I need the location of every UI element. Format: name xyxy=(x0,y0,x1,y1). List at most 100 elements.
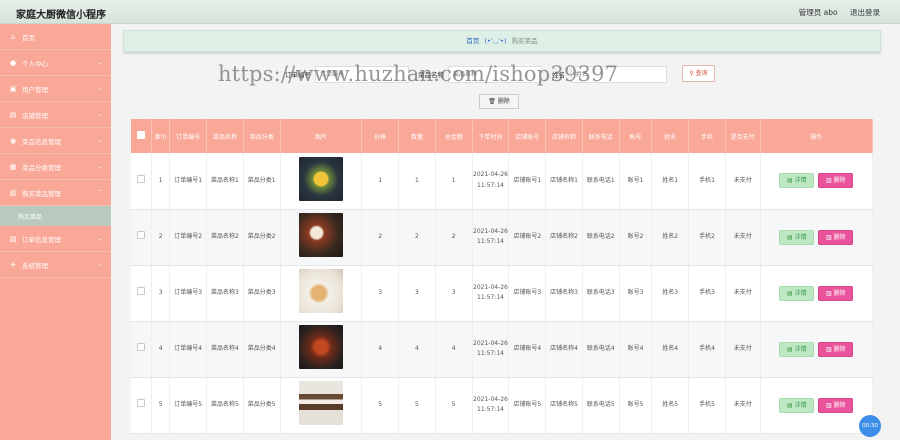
table-cell: 店铺账号5 xyxy=(508,377,547,434)
detail-button[interactable]: ▤ 详情 xyxy=(779,173,815,189)
chevron-down-icon: ⌄ xyxy=(96,235,102,242)
select-all-checkbox[interactable] xyxy=(136,131,145,139)
dish-image xyxy=(298,324,343,369)
table-cell: 4 xyxy=(361,321,400,378)
sidebar-item-users[interactable]: ▣ 用户管理 ⌄ xyxy=(0,76,111,102)
column-header: 账号 xyxy=(619,119,653,153)
table-cell: 订单编号3 xyxy=(169,265,208,322)
sidebar-item-dish-info[interactable]: ◉ 菜品信息管理 ⌄ xyxy=(0,128,111,154)
image-cell xyxy=(280,321,363,378)
sidebar-item-orders[interactable]: ▧ 订单信息管理 ⌄ xyxy=(0,226,111,252)
actions-cell: ▤ 详情 ▥ 删除 xyxy=(760,265,873,322)
table-cell: 联系电话2 xyxy=(582,209,620,266)
chevron-down-icon: ⌄ xyxy=(96,261,102,268)
delete-button[interactable]: ▥ 删除 xyxy=(818,173,854,189)
batch-delete-button[interactable]: 🗑 删除 xyxy=(479,94,519,109)
table-cell: 2021-04-26 11:57:14 xyxy=(472,153,510,210)
dish-name-label: 菜品名称 xyxy=(418,71,444,79)
breadcrumb-home[interactable]: 首页 xyxy=(466,37,479,45)
dish-image xyxy=(298,212,343,257)
app-title: 家庭大厨微信小程序 xyxy=(16,10,106,21)
detail-button[interactable]: ▤ 详情 xyxy=(779,397,815,413)
name-input[interactable] xyxy=(571,66,667,83)
dish-image xyxy=(298,268,343,313)
actions-cell: ▤ 详情 ▥ 删除 xyxy=(760,321,873,378)
sidebar-item-purchase[interactable]: ▥ 购买菜品管理 ⌃ xyxy=(0,180,111,206)
sidebar-item-label: 用户管理 xyxy=(22,85,48,94)
sidebar-item-dish-category[interactable]: ▦ 菜品分类管理 ⌄ xyxy=(0,154,111,180)
row-checkbox[interactable] xyxy=(136,230,145,239)
table-row[interactable]: 4 订单编号4 菜品名称4 菜品分类4 4 4 4 2021-04-26 11:57:14 店铺… xyxy=(131,321,873,378)
table-cell: 订单编号1 xyxy=(169,153,208,210)
detail-button[interactable]: ▤ 详情 xyxy=(779,229,815,245)
table-row[interactable]: 1 订单编号1 菜品名称1 菜品分类1 1 1 1 2021-04-26 11:57:14 店铺… xyxy=(131,153,873,210)
delete-button[interactable]: ▥ 删除 xyxy=(818,341,854,357)
sidebar-subitem-purchase-dish[interactable]: 购买菜品 xyxy=(0,206,111,226)
users-icon: ▣ xyxy=(9,84,17,93)
table-cell: 手机3 xyxy=(688,265,726,322)
sidebar-item-system[interactable]: ✈ 系统管理 ⌄ xyxy=(0,252,111,278)
table-cell: 订单编号2 xyxy=(169,209,208,266)
delete-button[interactable]: ▥ 删除 xyxy=(818,285,854,301)
detail-button[interactable]: ▤ 详情 xyxy=(779,285,815,301)
table-row[interactable]: 5 订单编号5 菜品名称5 菜品分类5 5 5 5 2021-04-26 11:57:14 店铺… xyxy=(131,377,873,434)
table-cell: 菜品分类1 xyxy=(243,153,281,210)
table-cell: 订单编号4 xyxy=(169,321,208,378)
row-select-cell[interactable] xyxy=(131,321,152,378)
header-actions: 管理员 abo 退出登录 xyxy=(789,7,880,18)
detail-button-label: 详情 xyxy=(794,233,807,241)
table-cell: 未支付 xyxy=(725,153,761,210)
table-cell: 店铺名称3 xyxy=(545,265,583,322)
cart-icon: ▥ xyxy=(9,188,17,197)
row-select-cell[interactable] xyxy=(131,153,152,210)
column-header: 是否支付 xyxy=(725,119,761,153)
sidebar-item-label: 个人中心 xyxy=(22,59,48,68)
row-select-cell[interactable] xyxy=(131,209,152,266)
query-button[interactable]: ⚲ 查询 xyxy=(682,65,715,82)
column-header: 图片 xyxy=(280,119,363,153)
row-checkbox[interactable] xyxy=(136,286,145,295)
order-no-input[interactable] xyxy=(315,66,409,83)
row-select-cell[interactable] xyxy=(131,265,152,322)
delete-button-label: 删除 xyxy=(833,233,846,241)
sidebar-item-label: 订单信息管理 xyxy=(22,235,61,244)
sidebar-item-profile[interactable]: ● 个人中心 ⌄ xyxy=(0,50,111,76)
row-checkbox[interactable] xyxy=(136,398,145,407)
table-cell: 店铺名称1 xyxy=(545,153,583,210)
dish-name-input[interactable] xyxy=(448,66,542,83)
dish-image xyxy=(298,380,343,425)
trash-icon: ▥ xyxy=(825,233,832,241)
table-cell: 菜品名称1 xyxy=(206,153,244,210)
image-cell xyxy=(280,377,363,434)
table-cell: 1 xyxy=(435,153,473,210)
sidebar-item-home[interactable]: ⌂ 首页 xyxy=(0,24,111,50)
order-icon: ▧ xyxy=(9,234,17,243)
table-cell: 姓名2 xyxy=(651,209,690,266)
logout-link[interactable]: 退出登录 xyxy=(850,8,880,17)
select-all-cell[interactable] xyxy=(131,119,152,153)
table-cell: 2 xyxy=(435,209,473,266)
detail-button[interactable]: ▤ 详情 xyxy=(779,341,815,357)
trash-icon: ▥ xyxy=(825,401,832,409)
table-cell: 姓名5 xyxy=(651,377,690,434)
table-cell: 5 xyxy=(361,377,400,434)
column-header: 菜品名称 xyxy=(206,119,244,153)
sidebar-item-shop[interactable]: ▤ 店铺管理 ⌄ xyxy=(0,102,111,128)
delete-button[interactable]: ▥ 删除 xyxy=(818,397,854,413)
table-body: 1 订单编号1 菜品名称1 菜品分类1 1 1 1 2021-04-26 11:57:14 店铺… xyxy=(131,153,873,434)
trash-icon: ▥ xyxy=(825,345,832,353)
table-cell: 5 xyxy=(398,377,436,434)
table-row[interactable]: 2 订单编号2 菜品名称2 菜品分类2 2 2 2 2021-04-26 11:57:14 店铺… xyxy=(131,209,873,266)
delete-button-label: 删除 xyxy=(833,345,846,353)
table-cell: 未支付 xyxy=(725,265,761,322)
row-checkbox[interactable] xyxy=(136,174,145,183)
table-cell: 联系电话5 xyxy=(582,377,620,434)
table-cell: 账号1 xyxy=(619,153,653,210)
table-cell: 菜品名称3 xyxy=(206,265,244,322)
row-select-cell[interactable] xyxy=(131,377,152,434)
table-cell: 2 xyxy=(361,209,400,266)
table-row[interactable]: 3 订单编号3 菜品名称3 菜品分类3 3 3 3 2021-04-26 11:57:14 店铺… xyxy=(131,265,873,322)
row-checkbox[interactable] xyxy=(136,342,145,351)
delete-button[interactable]: ▥ 删除 xyxy=(818,229,854,245)
column-header: 手机 xyxy=(688,119,726,153)
